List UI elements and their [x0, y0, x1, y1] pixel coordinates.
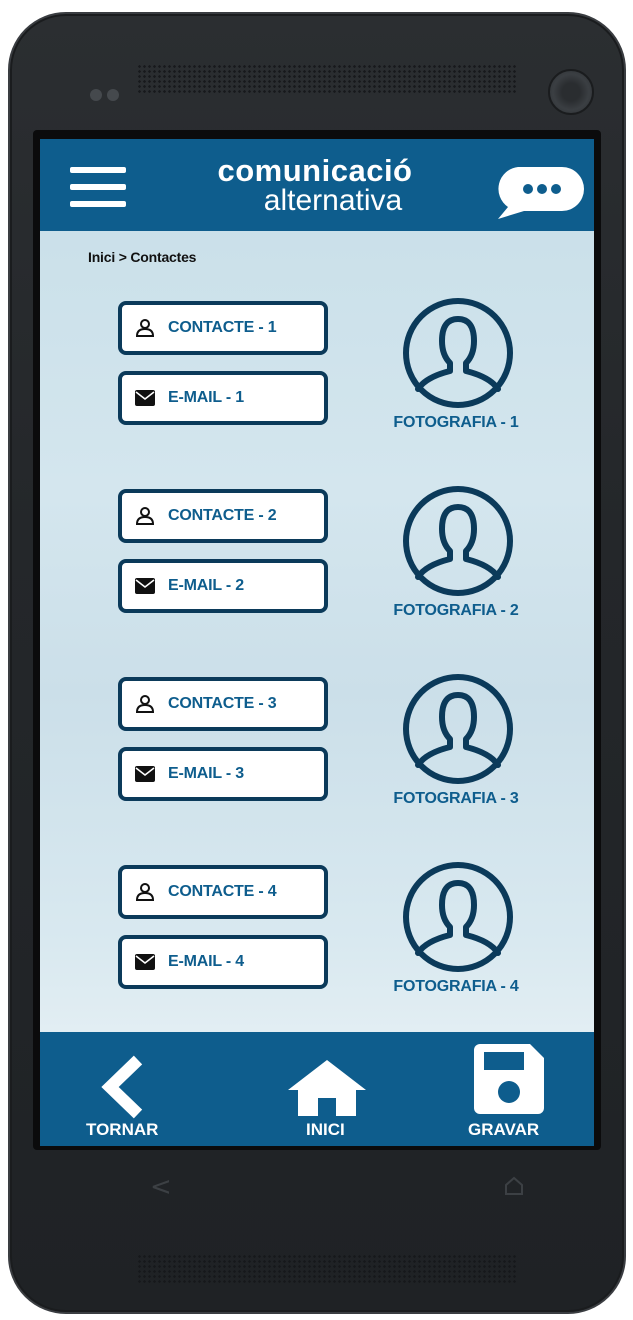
app-logo: comunicació alternativa — [190, 153, 440, 217]
sensor-dots — [90, 88, 124, 106]
breadcrumb: Inici > Contactes — [88, 249, 197, 265]
app-header: comunicació alternativa — [40, 139, 594, 231]
contact-label: CONTACTE - 4 — [168, 883, 277, 900]
contact-button-4[interactable]: CONTACTE - 4 — [118, 865, 328, 919]
app-screen: comunicació alternativa Inici > Contacte… — [40, 139, 594, 1146]
photo-label: FOTOGRAFIA - 2 — [393, 602, 519, 619]
floppy-disk-icon — [474, 1044, 544, 1114]
earpiece-speaker — [137, 64, 517, 94]
photo-label: FOTOGRAFIA - 3 — [393, 790, 519, 807]
avatar-placeholder-icon[interactable] — [402, 297, 514, 409]
contact-label: CONTACTE - 3 — [168, 695, 277, 712]
hamburger-menu-icon[interactable] — [70, 167, 126, 209]
hardware-home-icon[interactable] — [504, 1176, 524, 1196]
person-icon — [134, 882, 156, 902]
contact-button-3[interactable]: CONTACTE - 3 — [118, 677, 328, 731]
email-label: E-MAIL - 3 — [168, 765, 244, 782]
home-button[interactable]: INICI — [276, 1032, 376, 1146]
person-icon — [134, 694, 156, 714]
email-button-2[interactable]: E-MAIL - 2 — [118, 559, 328, 613]
back-label: TORNAR — [86, 1120, 159, 1139]
email-button-3[interactable]: E-MAIL - 3 — [118, 747, 328, 801]
email-label: E-MAIL - 2 — [168, 577, 244, 594]
envelope-icon — [134, 952, 156, 972]
envelope-icon — [134, 576, 156, 596]
chevron-left-icon — [101, 1055, 143, 1119]
bottom-nav-bar: TORNAR INICI GRAVAR — [40, 1032, 594, 1146]
email-button-1[interactable]: E-MAIL - 1 — [118, 371, 328, 425]
chat-bubble-icon[interactable] — [488, 165, 584, 219]
envelope-icon — [134, 764, 156, 784]
save-label: GRAVAR — [468, 1120, 540, 1139]
back-button[interactable]: TORNAR — [80, 1032, 180, 1146]
avatar-placeholder-icon[interactable] — [402, 485, 514, 597]
bottom-speaker — [137, 1254, 517, 1284]
app-title-sub: alternativa — [263, 184, 403, 217]
home-icon — [288, 1060, 366, 1116]
hardware-back-icon[interactable]: < — [150, 1172, 172, 1202]
avatar-placeholder-icon[interactable] — [402, 861, 514, 973]
photo-label: FOTOGRAFIA - 4 — [393, 978, 519, 995]
person-icon — [134, 318, 156, 338]
photo-label: FOTOGRAFIA - 1 — [393, 414, 519, 431]
email-label: E-MAIL - 4 — [168, 953, 244, 970]
email-button-4[interactable]: E-MAIL - 4 — [118, 935, 328, 989]
email-label: E-MAIL - 1 — [168, 389, 244, 406]
front-camera — [548, 69, 594, 115]
contact-button-1[interactable]: CONTACTE - 1 — [118, 301, 328, 355]
contact-button-2[interactable]: CONTACTE - 2 — [118, 489, 328, 543]
home-label: INICI — [306, 1120, 345, 1139]
avatar-placeholder-icon[interactable] — [402, 673, 514, 785]
app-title-main: comunicació — [217, 153, 413, 188]
contact-label: CONTACTE - 2 — [168, 507, 277, 524]
person-icon — [134, 506, 156, 526]
contact-label: CONTACTE - 1 — [168, 319, 277, 336]
save-button[interactable]: GRAVAR — [458, 1032, 568, 1146]
envelope-icon — [134, 388, 156, 408]
